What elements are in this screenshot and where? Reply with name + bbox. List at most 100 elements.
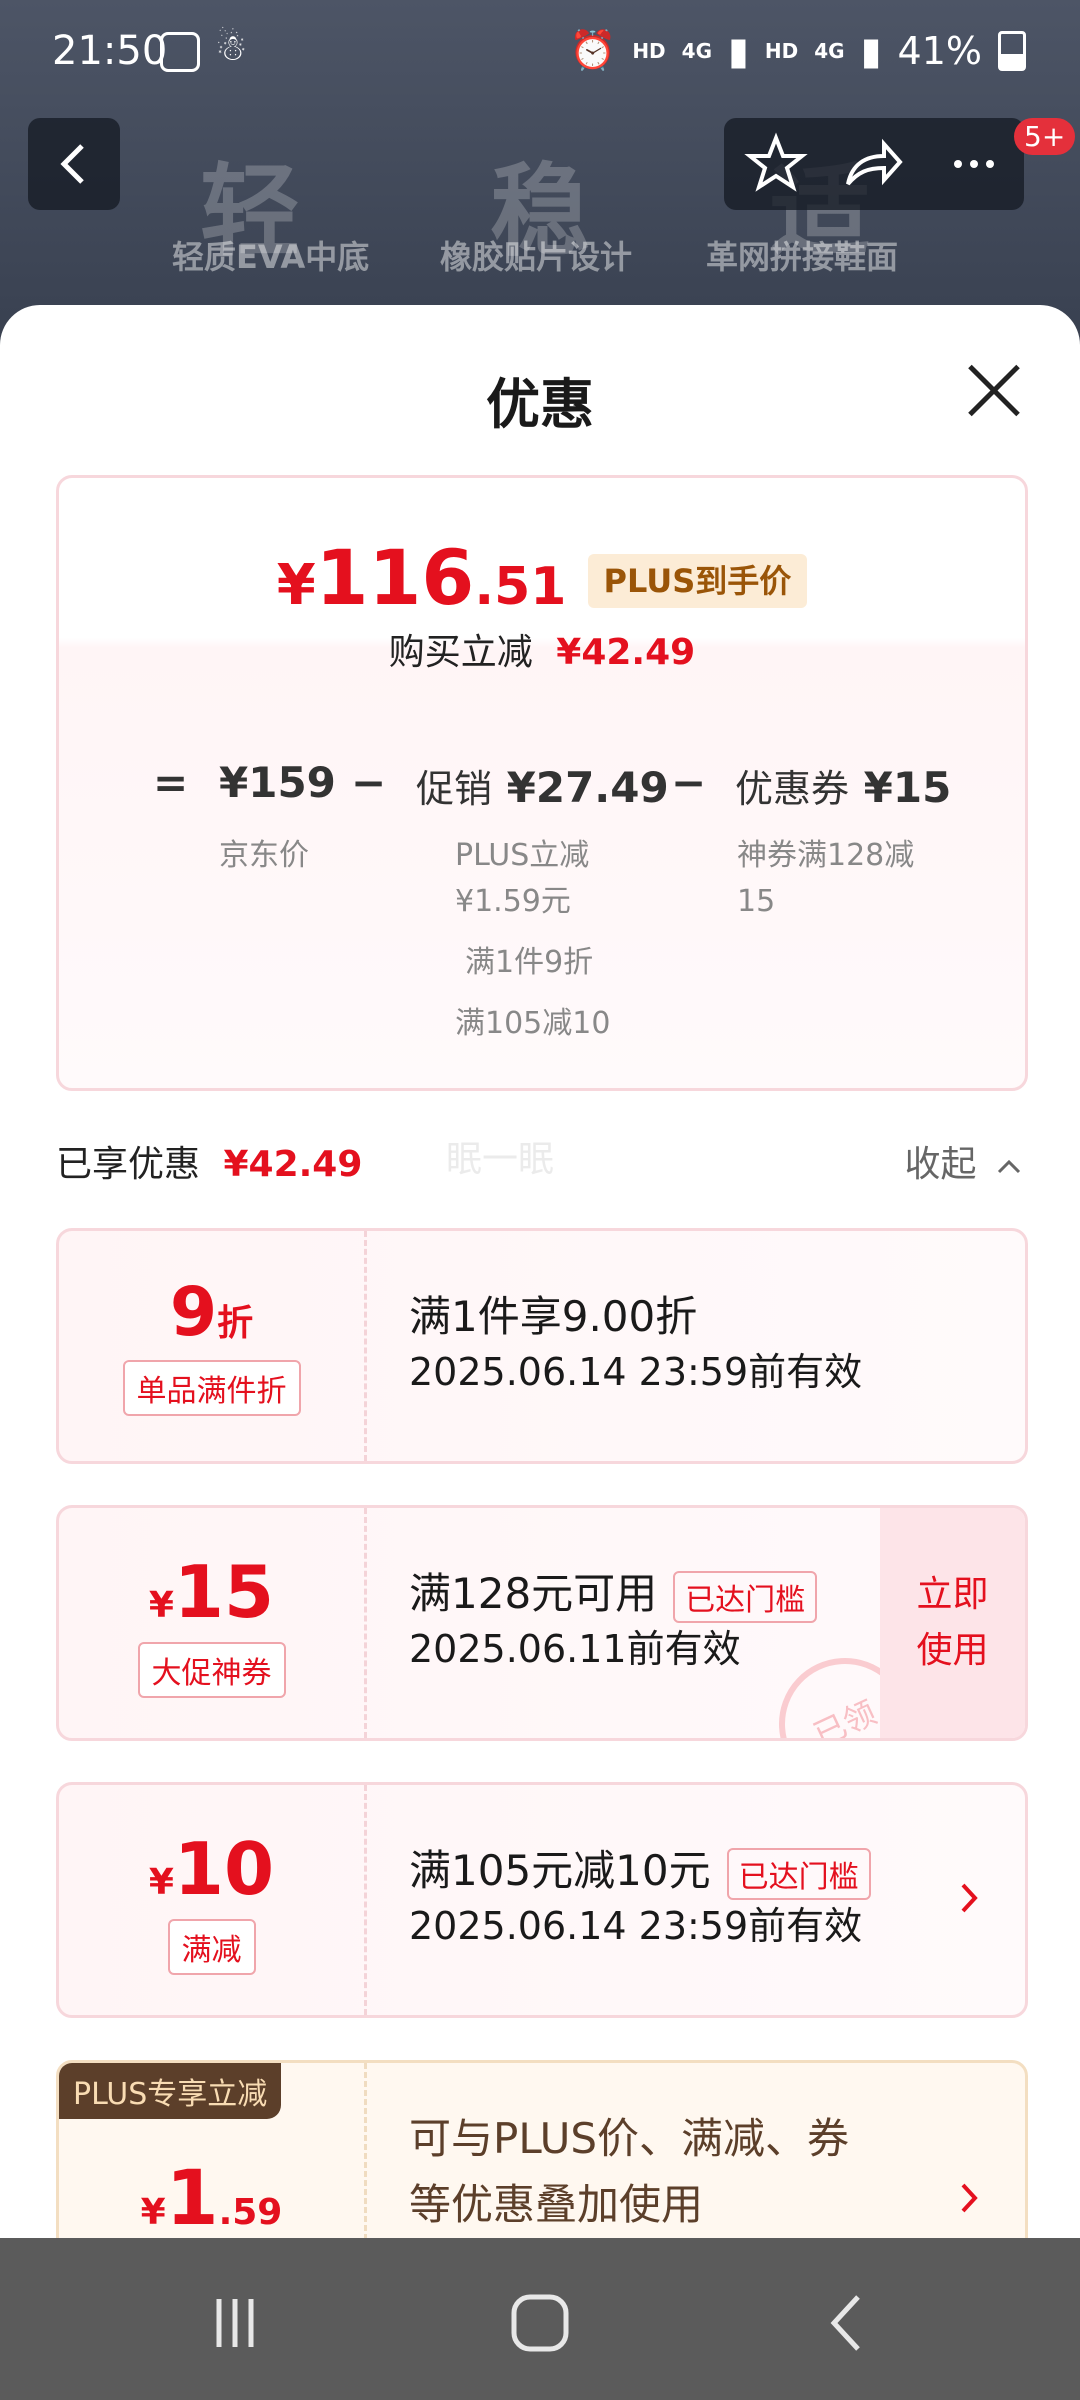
top-actions-group <box>724 118 1024 210</box>
feature-label-2: 橡胶贴片设计 <box>440 238 633 276</box>
discount-left: ¥10 满减 <box>59 1785 364 2015</box>
enjoyed-discount-row: 已享优惠 ¥42.49 <box>56 1135 362 1187</box>
chevron-left-icon <box>60 144 84 184</box>
card-divider <box>364 1231 367 1461</box>
discount-type-tag: 单品满件折 <box>122 1360 301 1416</box>
card-divider <box>364 1785 367 2015</box>
discount-unit: 折 <box>217 1303 254 1344</box>
signal-type-2: 4G <box>814 38 845 63</box>
discount-amount: 9折 <box>59 1273 364 1352</box>
coupon-condition-row: 满128元可用 已达门槛 <box>409 1560 818 1623</box>
coupon-detail-2: 15 <box>737 884 776 919</box>
coupon-big: 15 <box>173 1550 275 1634</box>
signal-icon-1: ▮ <box>728 28 749 73</box>
more-icon[interactable] <box>936 126 1012 202</box>
enjoyed-discount-value: ¥42.49 <box>223 1144 363 1185</box>
price-decimal: .51 <box>474 557 567 617</box>
status-bar: 21:50 ☃ ⏰ HD 4G ▮ HD 4G ▮ 41% <box>0 0 1080 100</box>
star-icon[interactable] <box>738 126 814 202</box>
threshold-reached-badge: 已达门槛 <box>673 1570 818 1623</box>
chevron-right-icon <box>961 1883 978 1913</box>
use-now-label-line1: 立即 <box>916 1574 989 1615</box>
discount-type-tag: 满减 <box>167 1919 256 1975</box>
system-navigation-bar <box>0 2238 1080 2400</box>
jd-price-label: 京东价 <box>219 838 309 873</box>
discount-big: 10 <box>173 1827 275 1911</box>
battery-percent: 41% <box>897 28 982 73</box>
sheet-title: 优惠 <box>486 373 594 436</box>
plus-big: 1 <box>165 2153 219 2240</box>
card-divider <box>364 1508 367 1738</box>
discount-condition: 满1件享9.00折 <box>409 1292 698 1341</box>
plus-currency: ¥ <box>140 2192 166 2233</box>
final-price-row: ¥116.51 PLUS到手价 <box>59 533 1025 622</box>
status-time: 21:50 <box>52 28 168 74</box>
discount-big: 9 <box>169 1273 218 1352</box>
coupon-validity: 2025.06.11前有效 <box>409 1627 741 1671</box>
card-divider <box>364 2063 367 2240</box>
instant-discount-row: 购买立减 ¥42.49 <box>59 623 1025 675</box>
faint-background-text: 眠一眠 <box>446 1139 555 1180</box>
promo-detail-1: PLUS立减 <box>455 838 590 873</box>
instant-discount-value: ¥42.49 <box>556 632 696 673</box>
use-now-label-line2: 使用 <box>916 1630 989 1671</box>
price-integer: 116 <box>315 533 475 622</box>
coupon-amount: ¥15 <box>59 1550 364 1634</box>
price-summary-card: ¥116.51 PLUS到手价 购买立减 ¥42.49 = ¥159 京东价 −… <box>56 475 1028 1091</box>
instant-discount-label: 购买立减 <box>388 632 533 673</box>
collapse-label: 收起 <box>904 1144 977 1185</box>
plus-desc-line1: 可与PLUS价、满减、券 <box>409 2114 850 2163</box>
plus-desc-line2: 等优惠叠加使用 <box>409 2180 704 2229</box>
notification-icon: ☃ <box>215 28 248 69</box>
plus-corner-label: PLUS专享立减 <box>59 2063 282 2119</box>
network-type-2: HD <box>764 38 799 63</box>
discount-sheet: 优惠 ¥116.51 PLUS到手价 购买立减 ¥42.49 = ¥159 京东… <box>0 305 1080 2240</box>
discount-condition-row: 满105元减10元 已达门槛 <box>409 1837 871 1900</box>
minus-sign-1: − <box>351 758 387 807</box>
battery-icon <box>998 30 1026 71</box>
chevron-up-icon <box>997 1159 1021 1174</box>
discount-validity: 2025.06.14 23:59前有效 <box>409 1904 863 1948</box>
use-now-button[interactable]: 立即 使用 <box>880 1508 1025 1738</box>
equals-sign: = <box>153 758 189 807</box>
discount-condition: 满105元减10元 <box>409 1846 711 1895</box>
enjoyed-discount-label: 已享优惠 <box>56 1144 201 1185</box>
coupon-left: ¥15 大促神券 <box>59 1508 364 1738</box>
back-icon[interactable] <box>818 2293 878 2353</box>
promo-detail-4: 满105减10 <box>455 1006 611 1041</box>
close-icon[interactable] <box>964 360 1024 420</box>
coupon-condition: 满128元可用 <box>409 1569 658 1618</box>
jd-price-value: ¥159 <box>219 758 336 807</box>
discount-amount: ¥10 <box>59 1827 364 1911</box>
price-currency: ¥ <box>276 553 316 618</box>
back-button[interactable] <box>28 118 120 210</box>
coupon-value: ¥15 <box>863 763 952 812</box>
collapse-button[interactable]: 收起 <box>905 1135 1024 1187</box>
network-type-1: HD <box>632 38 666 63</box>
status-right-group: ⏰ HD 4G ▮ HD 4G ▮ 41% <box>569 28 1026 73</box>
coupon-card-15: ¥15 大促神券 满128元可用 已达门槛 2025.06.11前有效 已领 立即… <box>56 1505 1028 1741</box>
coupon-detail-1: 神券满128减 <box>737 838 915 873</box>
minus-sign-2: − <box>671 758 707 807</box>
signal-type-1: 4G <box>681 38 712 63</box>
discount-card-9-off[interactable]: 9折 单品满件折 满1件享9.00折 2025.06.14 23:59前有效 <box>56 1228 1028 1464</box>
discount-card-105-minus-10[interactable]: ¥10 满减 满105元减10元 已达门槛 2025.06.14 23:59前有效 <box>56 1782 1028 2018</box>
coupon-label: 优惠券 <box>735 767 850 811</box>
discount-currency: ¥ <box>148 1862 174 1903</box>
share-icon[interactable] <box>834 126 910 202</box>
signal-icon-2: ▮ <box>860 28 882 73</box>
promo-detail-3: 满1件9折 <box>465 945 594 980</box>
message-badge: 5+ <box>1014 118 1076 155</box>
plus-exclusive-card[interactable]: PLUS专享立减 ¥1.59 可与PLUS价、满减、券 等优惠叠加使用 <box>56 2060 1028 2240</box>
coupon-type-tag: 大促神券 <box>137 1642 286 1698</box>
recent-apps-icon[interactable] <box>205 2293 265 2353</box>
feature-label-3: 革网拼接鞋面 <box>706 238 899 276</box>
home-icon[interactable] <box>508 2293 572 2353</box>
chevron-right-icon <box>961 2183 978 2213</box>
coupon-row: 优惠券 ¥15 <box>735 758 951 813</box>
coupon-currency: ¥ <box>148 1585 174 1626</box>
promo-value: ¥27.49 <box>506 763 669 812</box>
plus-decimal: .59 <box>218 2192 283 2233</box>
promo-row: 促销 ¥27.49 <box>416 758 669 813</box>
feature-label-1: 轻质EVA中底 <box>172 238 370 276</box>
